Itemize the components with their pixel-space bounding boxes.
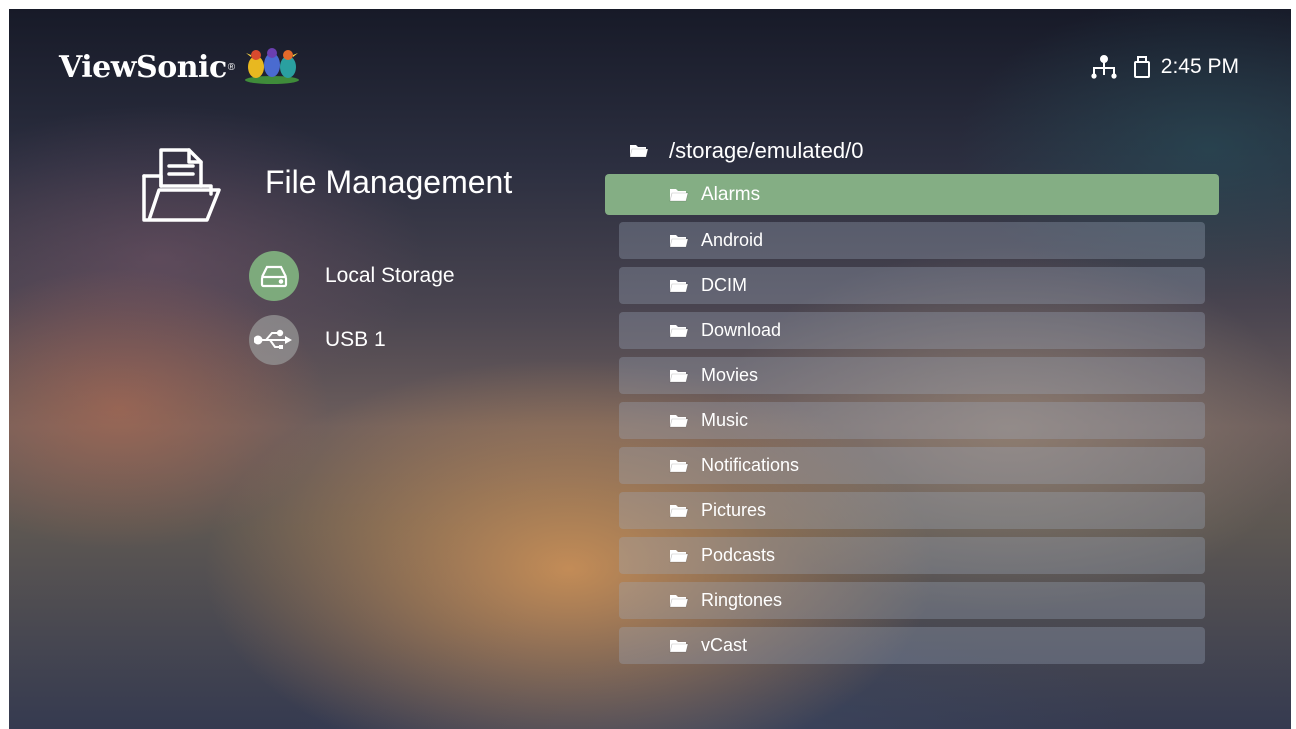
sidebar-item-label: Local Storage bbox=[325, 264, 455, 287]
folder-icon bbox=[669, 549, 689, 563]
clock: 2:45 PM bbox=[1160, 55, 1239, 78]
folder-icon bbox=[669, 279, 689, 293]
current-path: /storage/emulated/0 bbox=[669, 138, 864, 163]
folder-name: Pictures bbox=[701, 500, 767, 520]
brand-registered-mark: ® bbox=[227, 62, 236, 73]
page-title: File Management bbox=[265, 164, 513, 200]
folder-name: vCast bbox=[701, 635, 748, 655]
usb-icon bbox=[249, 315, 299, 365]
folder-name: Alarms bbox=[701, 183, 761, 205]
folder-row[interactable]: Pictures bbox=[619, 492, 1205, 529]
hard-drive-icon bbox=[249, 251, 299, 301]
folder-row[interactable]: DCIM bbox=[619, 267, 1205, 304]
sidebar-item-label: USB 1 bbox=[325, 328, 386, 351]
folder-row[interactable]: Movies bbox=[619, 357, 1205, 394]
folder-name: Movies bbox=[701, 365, 759, 385]
folder-row[interactable]: Music bbox=[619, 402, 1205, 439]
folder-name: Notifications bbox=[701, 455, 800, 475]
folder-icon bbox=[669, 504, 689, 518]
folder-name: Download bbox=[701, 320, 782, 340]
folder-name: Podcasts bbox=[701, 545, 776, 565]
folder-icon bbox=[669, 369, 689, 383]
birds-logo-icon bbox=[243, 45, 301, 90]
folder-icon bbox=[629, 138, 649, 164]
folder-list: Android DCIM Download Movies Music Notif… bbox=[619, 222, 1205, 672]
folder-icon bbox=[669, 414, 689, 428]
folder-row[interactable]: Download bbox=[619, 312, 1205, 349]
folder-row[interactable]: Android bbox=[619, 222, 1205, 259]
folder-icon bbox=[669, 594, 689, 608]
folder-row[interactable]: vCast bbox=[619, 627, 1205, 664]
breadcrumb: /storage/emulated/0 bbox=[629, 138, 863, 164]
folder-row[interactable]: Ringtones bbox=[619, 582, 1205, 619]
projector-home-screen: ViewSonic ® 2:45 PM File Management Loca… bbox=[9, 9, 1291, 729]
network-icon bbox=[1091, 55, 1117, 79]
folder-row[interactable]: Notifications bbox=[619, 447, 1205, 484]
folder-icon bbox=[669, 459, 689, 473]
folder-icon bbox=[669, 234, 689, 248]
sidebar-item-local-storage[interactable]: Local Storage bbox=[249, 251, 455, 301]
folder-name: DCIM bbox=[701, 275, 747, 295]
folder-name: Ringtones bbox=[701, 590, 783, 610]
folder-icon bbox=[669, 324, 689, 338]
usb-drive-icon bbox=[1133, 55, 1151, 79]
brand-name: ViewSonic bbox=[59, 50, 227, 85]
folder-icon bbox=[669, 639, 689, 653]
viewsonic-logo: ViewSonic ® bbox=[59, 45, 301, 90]
folder-name: Music bbox=[701, 410, 749, 430]
folder-row-selected[interactable]: Alarms bbox=[605, 174, 1219, 215]
folder-documents-icon bbox=[139, 146, 223, 231]
folder-name: Android bbox=[701, 230, 764, 250]
status-bar: 2:45 PM bbox=[1091, 55, 1239, 79]
folder-icon bbox=[669, 188, 689, 202]
sidebar-item-usb-1[interactable]: USB 1 bbox=[249, 315, 386, 365]
folder-row[interactable]: Podcasts bbox=[619, 537, 1205, 574]
